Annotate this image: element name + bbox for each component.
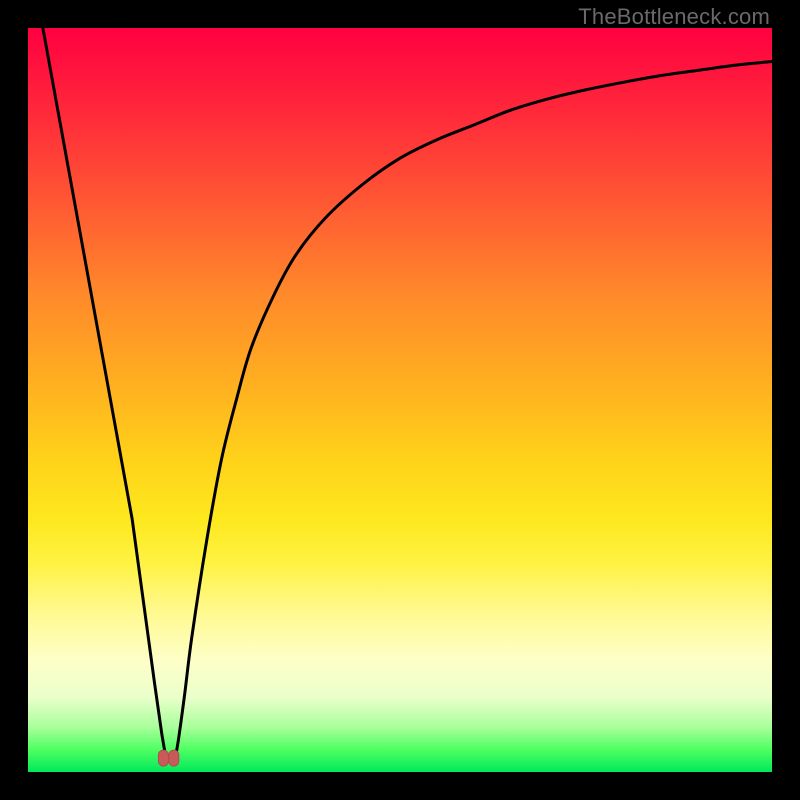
min-marker	[158, 750, 168, 766]
chart-svg	[28, 28, 772, 772]
curve-line	[43, 28, 772, 762]
min-marker	[169, 750, 179, 766]
plot-area	[28, 28, 772, 772]
curve-min-markers	[158, 750, 178, 766]
outer-frame: TheBottleneck.com	[0, 0, 800, 800]
watermark-text: TheBottleneck.com	[578, 4, 770, 30]
